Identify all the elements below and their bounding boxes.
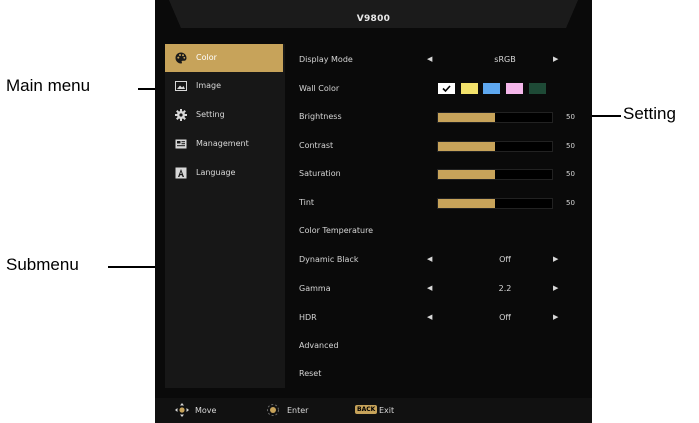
language-icon bbox=[175, 167, 187, 179]
menu-item-setting-label: Setting bbox=[196, 110, 225, 119]
arrow-right-icon[interactable]: ▶ bbox=[553, 284, 558, 292]
image-icon bbox=[175, 81, 187, 91]
submenu-contrast[interactable]: Contrast 50 bbox=[295, 132, 585, 160]
menu-item-color-label: Color bbox=[196, 53, 217, 62]
palette-icon bbox=[175, 52, 187, 64]
contrast-slider-fill bbox=[438, 142, 495, 151]
checkmark-icon bbox=[442, 85, 451, 93]
submenu-hdr[interactable]: HDR ◀ Off ▶ bbox=[295, 304, 585, 332]
contrast-value: 50 bbox=[566, 142, 575, 150]
reset-label: Reset bbox=[299, 369, 322, 378]
submenu-advanced[interactable]: Advanced bbox=[295, 332, 585, 360]
hdr-label: HDR bbox=[299, 313, 317, 322]
annotation-setting: Setting bbox=[623, 104, 676, 123]
osd-panel: V9800 Color Image Setting Management Lan… bbox=[155, 0, 592, 423]
annotation-submenu: Submenu bbox=[6, 255, 79, 274]
menu-item-image[interactable]: Image bbox=[165, 72, 283, 100]
gamma-label: Gamma bbox=[299, 284, 331, 293]
menu-item-language[interactable]: Language bbox=[165, 159, 283, 187]
color-temperature-label: Color Temperature bbox=[299, 226, 374, 235]
saturation-value: 50 bbox=[566, 170, 575, 178]
arrow-left-icon[interactable]: ◀ bbox=[427, 255, 432, 263]
submenu-color-temperature[interactable]: Color Temperature bbox=[295, 217, 585, 245]
tint-slider-fill bbox=[438, 199, 495, 208]
osd-title: V9800 bbox=[356, 14, 391, 24]
wall-color-label: Wall Color bbox=[299, 84, 340, 93]
brightness-slider-fill bbox=[438, 113, 495, 122]
contrast-slider[interactable] bbox=[437, 141, 553, 152]
wall-color-swatch-green[interactable] bbox=[529, 83, 546, 94]
move-joystick-icon bbox=[175, 403, 189, 417]
dynamic-black-value: Off bbox=[499, 255, 511, 264]
arrow-left-icon[interactable]: ◀ bbox=[427, 284, 432, 292]
brightness-slider[interactable] bbox=[437, 112, 553, 123]
menu-item-image-label: Image bbox=[196, 81, 222, 90]
gamma-value: 2.2 bbox=[498, 284, 512, 293]
menu-item-setting[interactable]: Setting bbox=[165, 101, 283, 129]
annotation-main-menu: Main menu bbox=[6, 76, 91, 95]
arrow-left-icon[interactable]: ◀ bbox=[427, 55, 432, 63]
arrow-left-icon[interactable]: ◀ bbox=[427, 313, 432, 321]
submenu-wall-color[interactable]: Wall Color bbox=[295, 75, 585, 103]
menu-item-language-label: Language bbox=[196, 168, 236, 177]
submenu-reset[interactable]: Reset bbox=[295, 360, 585, 388]
menu-item-management[interactable]: Management bbox=[165, 130, 283, 158]
dynamic-black-label: Dynamic Black bbox=[299, 255, 359, 264]
menu-item-color[interactable]: Color bbox=[165, 44, 283, 72]
display-mode-value: sRGB bbox=[494, 55, 516, 64]
wall-color-swatch-white[interactable] bbox=[438, 83, 455, 94]
wall-color-swatch-pink[interactable] bbox=[506, 83, 523, 94]
wall-color-swatch-blue[interactable] bbox=[483, 83, 500, 94]
saturation-label: Saturation bbox=[299, 169, 341, 178]
saturation-slider[interactable] bbox=[437, 169, 553, 180]
management-icon bbox=[175, 139, 187, 149]
arrow-right-icon[interactable]: ▶ bbox=[553, 313, 558, 321]
brightness-label: Brightness bbox=[299, 112, 342, 121]
menu-item-management-label: Management bbox=[196, 139, 249, 148]
submenu-gamma[interactable]: Gamma ◀ 2.2 ▶ bbox=[295, 275, 585, 303]
arrow-right-icon[interactable]: ▶ bbox=[553, 55, 558, 63]
submenu-dynamic-black[interactable]: Dynamic Black ◀ Off ▶ bbox=[295, 246, 585, 274]
submenu-tint[interactable]: Tint 50 bbox=[295, 189, 585, 217]
submenu-brightness[interactable]: Brightness 50 bbox=[295, 103, 585, 131]
osd-header: V9800 bbox=[155, 0, 592, 40]
tint-value: 50 bbox=[566, 199, 575, 207]
main-menu: Color Image Setting Management Language bbox=[165, 44, 285, 388]
hdr-value: Off bbox=[499, 313, 511, 322]
tint-slider[interactable] bbox=[437, 198, 553, 209]
footer-move-label: Move bbox=[195, 406, 217, 415]
back-button-badge: BACK bbox=[355, 405, 378, 414]
brightness-value: 50 bbox=[566, 113, 575, 121]
osd-footer: Move Enter BACK Exit bbox=[155, 398, 592, 423]
tint-label: Tint bbox=[299, 198, 315, 207]
footer-enter-label: Enter bbox=[287, 406, 309, 415]
advanced-label: Advanced bbox=[299, 341, 339, 350]
footer-exit-label: Exit bbox=[379, 406, 395, 415]
submenu-saturation[interactable]: Saturation 50 bbox=[295, 160, 585, 188]
contrast-label: Contrast bbox=[299, 141, 334, 150]
wall-color-swatch-yellow[interactable] bbox=[461, 83, 478, 94]
gear-icon bbox=[175, 109, 187, 121]
saturation-slider-fill bbox=[438, 170, 495, 179]
arrow-right-icon[interactable]: ▶ bbox=[553, 255, 558, 263]
enter-joystick-icon bbox=[267, 404, 279, 416]
submenu-display-mode[interactable]: Display Mode ◀ sRGB ▶ bbox=[295, 46, 585, 74]
display-mode-label: Display Mode bbox=[299, 55, 353, 64]
